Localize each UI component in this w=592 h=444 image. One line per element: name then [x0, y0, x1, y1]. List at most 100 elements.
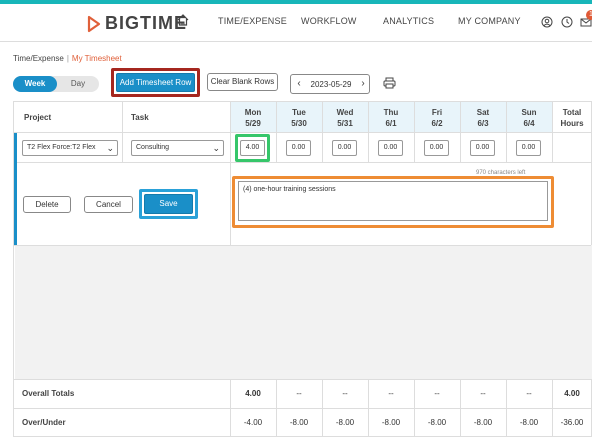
- overall-total-wed: --: [342, 389, 348, 398]
- nav-analytics[interactable]: ANALYTICS: [383, 16, 434, 26]
- over-under-sum: -36.00: [560, 418, 584, 427]
- prev-week-button[interactable]: ‹: [293, 78, 305, 89]
- breadcrumb-current: My Timesheet: [71, 54, 122, 63]
- overall-total-tue: --: [296, 389, 302, 398]
- over-under-fri: -8.00: [427, 418, 447, 427]
- day-name: Wed: [336, 108, 354, 117]
- breadcrumb-parent[interactable]: Time/Expense: [13, 54, 64, 63]
- header-total: Total Hours: [552, 107, 592, 129]
- day-name: Tue: [292, 108, 306, 117]
- day-name: Fri: [431, 108, 443, 117]
- nav-my-company[interactable]: MY COMPANY: [458, 16, 521, 26]
- task-select[interactable]: Consulting ⌄: [131, 140, 224, 156]
- notification-badge: 1: [586, 10, 592, 20]
- divider: [552, 379, 553, 437]
- divider: [322, 379, 323, 437]
- top-nav: BIGTIME TIME/EXPENSE WORKFLOW ANALYTICS …: [0, 4, 592, 42]
- delete-button[interactable]: Delete: [23, 196, 71, 213]
- cancel-button[interactable]: Cancel: [84, 196, 133, 213]
- over-under-thu: -8.00: [381, 418, 401, 427]
- day-name: Thu: [383, 108, 399, 117]
- project-select-value: T2 Flex Force:T2 Flex: [27, 144, 96, 151]
- view-toggle: Week Day: [13, 76, 99, 92]
- overall-total-sat: --: [480, 389, 486, 398]
- print-icon[interactable]: [383, 77, 396, 89]
- day-name: Sun: [521, 108, 537, 117]
- over-under-sat: -8.00: [473, 418, 493, 427]
- header-total-unit: Hours: [560, 119, 584, 128]
- empty-area: [15, 245, 592, 379]
- hours-input-fri[interactable]: 0.00: [424, 140, 449, 156]
- hours-input-mon[interactable]: 4.00: [240, 140, 265, 156]
- header-day-sun: Sun 6/4: [506, 107, 552, 129]
- over-under-sun: -8.00: [519, 418, 539, 427]
- day-name: Mon: [244, 108, 262, 117]
- next-week-button[interactable]: ›: [357, 78, 369, 89]
- date-value[interactable]: 2023-05-29: [305, 80, 357, 89]
- header-day-sat: Sat 6/3: [460, 107, 506, 129]
- header-day-wed: Wed 5/31: [322, 107, 368, 129]
- divider: [122, 102, 123, 162]
- divider: [368, 379, 369, 437]
- overall-total-sum: 4.00: [564, 389, 580, 398]
- active-row-indicator: [14, 133, 17, 245]
- hours-input-tue[interactable]: 0.00: [286, 140, 311, 156]
- header-day-fri: Fri 6/2: [414, 107, 460, 129]
- project-select[interactable]: T2 Flex Force:T2 Flex ⌄: [22, 140, 118, 156]
- header-project: Project: [24, 113, 52, 122]
- day-date: 6/1: [385, 119, 397, 128]
- over-under-tue: -8.00: [289, 418, 309, 427]
- clock-icon[interactable]: [561, 16, 573, 28]
- divider: [276, 379, 277, 437]
- view-day-button[interactable]: Day: [57, 76, 99, 92]
- user-icon[interactable]: [541, 16, 553, 28]
- clear-blank-rows-button[interactable]: Clear Blank Rows: [207, 73, 278, 91]
- date-picker: ‹ 2023-05-29 ›: [290, 74, 370, 94]
- divider: [230, 379, 231, 437]
- hours-input-wed[interactable]: 0.00: [332, 140, 357, 156]
- header-day-mon: Mon 5/29: [230, 107, 276, 129]
- header-day-thu: Thu 6/1: [368, 107, 414, 129]
- overall-totals-label: Overall Totals: [22, 389, 75, 398]
- header-day-tue: Tue 5/30: [276, 107, 322, 129]
- logo-text: BIGTIME: [105, 13, 187, 33]
- hours-input-thu[interactable]: 0.00: [378, 140, 403, 156]
- over-under-mon: -4.00: [243, 418, 263, 427]
- nav-workflow[interactable]: WORKFLOW: [301, 16, 357, 26]
- divider: [14, 132, 591, 133]
- day-date: 5/30: [291, 119, 307, 128]
- overall-total-thu: --: [388, 389, 394, 398]
- home-icon[interactable]: [176, 13, 190, 27]
- overall-total-sun: --: [526, 389, 532, 398]
- chevron-down-icon: ⌄: [106, 143, 114, 153]
- divider: [506, 379, 507, 437]
- view-week-button[interactable]: Week: [13, 76, 57, 92]
- over-under-wed: -8.00: [335, 418, 355, 427]
- save-button[interactable]: Save: [144, 194, 193, 214]
- breadcrumb: Time/Expense | My Timesheet: [13, 54, 122, 63]
- day-date: 6/3: [477, 119, 489, 128]
- header-total-label: Total: [562, 108, 582, 117]
- day-date: 5/29: [245, 119, 261, 128]
- header-task: Task: [131, 113, 149, 122]
- add-timesheet-row-button[interactable]: Add Timesheet Row: [116, 73, 195, 92]
- divider: [14, 408, 591, 409]
- divider: [14, 245, 591, 246]
- over-under-label: Over/Under: [22, 418, 66, 427]
- breadcrumb-separator: |: [66, 54, 69, 63]
- divider: [414, 379, 415, 437]
- divider: [14, 379, 591, 380]
- day-date: 5/31: [337, 119, 353, 128]
- logo-play-icon: [87, 15, 101, 32]
- hours-input-sun[interactable]: 0.00: [516, 140, 541, 156]
- day-date: 6/4: [523, 119, 535, 128]
- overall-total-mon: 4.00: [245, 389, 261, 398]
- overall-total-fri: --: [434, 389, 440, 398]
- note-textarea[interactable]: (4) one-hour training sessions: [238, 181, 548, 221]
- logo[interactable]: BIGTIME: [87, 13, 187, 34]
- divider: [14, 162, 591, 163]
- timesheet-grid: Project Task Mon 5/29 Tue 5/30 Wed 5/31 Thu…: [13, 101, 592, 437]
- nav-time-expense[interactable]: TIME/EXPENSE: [218, 16, 287, 26]
- hours-input-sat[interactable]: 0.00: [470, 140, 495, 156]
- task-select-value: Consulting: [136, 144, 170, 151]
